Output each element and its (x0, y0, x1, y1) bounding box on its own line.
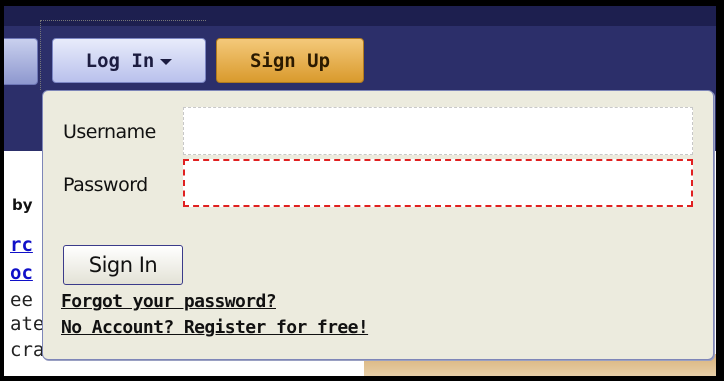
password-label: Password (63, 174, 148, 196)
signup-label: Sign Up (249, 49, 331, 72)
background-link[interactable]: oc (10, 262, 33, 284)
chevron-down-icon (160, 59, 173, 65)
signup-button[interactable]: Sign Up (216, 38, 364, 83)
signin-label: Sign In (88, 253, 158, 277)
signin-button[interactable]: Sign In (63, 245, 183, 285)
focus-outline (40, 20, 206, 22)
forgot-password-link[interactable]: Forgot your password? (61, 291, 277, 312)
password-field[interactable] (183, 159, 693, 207)
page-frame: Log In Sign Up by rc oc ee ate craft Use… (4, 6, 716, 376)
username-field[interactable] (183, 107, 693, 155)
login-dropdown-button[interactable]: Log In (52, 38, 206, 83)
background-text: ee (10, 289, 33, 311)
byline-text: by (12, 196, 33, 214)
focus-outline-vertical (40, 20, 42, 90)
header-shade (4, 6, 716, 26)
login-label: Log In (85, 49, 155, 72)
background-link[interactable]: rc (10, 234, 33, 256)
login-popup: Username Password Sign In Forgot your pa… (42, 90, 714, 360)
register-link[interactable]: No Account? Register for free! (61, 317, 369, 338)
nav-tab-partial[interactable] (4, 38, 38, 85)
background-text: ate (10, 313, 45, 335)
username-label: Username (63, 121, 156, 143)
